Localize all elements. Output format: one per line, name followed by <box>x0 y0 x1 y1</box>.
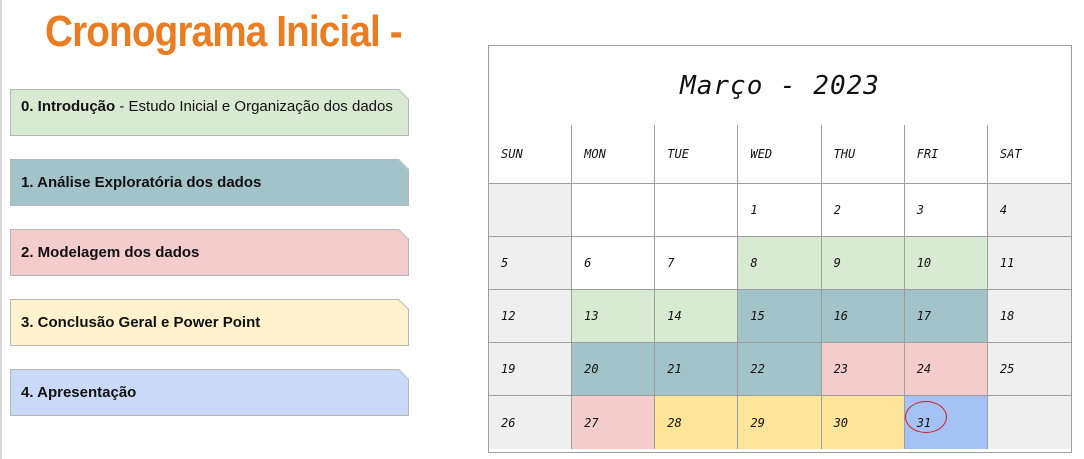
calendar-day-cell[interactable]: 31 <box>904 396 988 449</box>
legend-label: 0. Introdução <box>21 98 116 115</box>
calendar-day-cell[interactable]: 14 <box>655 290 739 343</box>
calendar-day-number: 17 <box>916 309 932 323</box>
calendar-day-number: 4 <box>999 203 1008 217</box>
calendar-day-number: 20 <box>584 362 599 376</box>
calendar-day-cell[interactable]: 29 <box>738 396 822 449</box>
calendar-day-cell[interactable]: 17 <box>904 290 988 343</box>
legend-label: 1. Análise Exploratória dos dados <box>21 173 262 191</box>
calendar-day-cell[interactable]: 10 <box>904 237 988 290</box>
calendar-day-cell[interactable]: 18 <box>987 290 1071 343</box>
calendar-day-cell[interactable]: 30 <box>821 396 905 449</box>
calendar-day-cell[interactable] <box>655 184 739 237</box>
calendar-grid: SUN MON TUE WED THU FRI SAT 1 2 3 4 5 6 7 8 9 10 1… <box>489 125 1071 452</box>
calendar-day-number: 5 <box>501 256 509 270</box>
calendar-day-number: 8 <box>750 256 758 270</box>
calendar-day-number: 29 <box>750 415 765 430</box>
calendar-day-number: 24 <box>916 362 932 376</box>
calendar-day-cell[interactable]: 21 <box>655 343 739 396</box>
calendar-day-cell[interactable]: 6 <box>572 237 656 290</box>
calendar-day-number: 2 <box>833 203 841 217</box>
day-name-wed: WED <box>738 125 822 184</box>
calendar-day-cell[interactable]: 20 <box>572 343 656 396</box>
calendar-day-cell[interactable]: 16 <box>821 290 905 343</box>
calendar-day-number: 7 <box>667 256 675 270</box>
calendar-day-number: 25 <box>999 362 1015 376</box>
calendar-day-number: 18 <box>999 309 1015 323</box>
calendar-day-cell[interactable]: 7 <box>655 237 739 290</box>
legend-item-modelagem[interactable]: 2. Modelagem dos dados <box>10 229 409 276</box>
legend-description: - Estudo Inicial e Organização dos dados <box>115 98 393 115</box>
calendar-day-cell[interactable]: 2 <box>821 184 905 237</box>
calendar-day-cell[interactable]: 23 <box>821 343 905 396</box>
calendar-day-number: 6 <box>584 256 592 270</box>
calendar-day-cell[interactable]: 5 <box>489 237 573 290</box>
calendar-day-number: 22 <box>750 362 765 376</box>
day-name-fri: FRI <box>904 125 988 184</box>
calendar-day-number: 1 <box>750 203 758 217</box>
calendar-day-cell[interactable]: 8 <box>738 237 822 290</box>
calendar-day-cell[interactable]: 24 <box>904 343 988 396</box>
day-name-tue: TUE <box>655 125 739 184</box>
calendar-day-number: 12 <box>501 309 516 323</box>
calendar-day-number: 19 <box>501 362 516 376</box>
calendar-day-cell[interactable]: 28 <box>655 396 739 449</box>
calendar-day-number: 30 <box>833 415 849 430</box>
day-name-thu: THU <box>821 125 905 184</box>
calendar-day-cell[interactable]: 26 <box>489 396 573 449</box>
calendar-day-cell[interactable]: 4 <box>987 184 1071 237</box>
calendar-day-number: 9 <box>833 256 841 270</box>
calendar-day-number: 31 <box>916 415 932 430</box>
calendar-day-number: 11 <box>999 256 1015 270</box>
calendar-day-number: 15 <box>750 309 765 323</box>
calendar-day-cell[interactable]: 22 <box>738 343 822 396</box>
legend-label: 3. Conclusão Geral e Power Point <box>21 313 261 331</box>
calendar-day-number: 16 <box>833 309 849 323</box>
calendar-day-cell[interactable]: 1 <box>738 184 822 237</box>
legend-label: 2. Modelagem dos dados <box>21 243 200 261</box>
day-name-sat: SAT <box>987 125 1071 184</box>
legend-text: 0. Introdução - Estudo Inicial e Organiz… <box>21 98 393 116</box>
legend-item-analise[interactable]: 1. Análise Exploratória dos dados <box>10 159 409 206</box>
calendar-day-cell[interactable] <box>572 184 656 237</box>
calendar-month-title: Março - 2023 <box>489 46 1071 126</box>
calendar-day-cell[interactable]: 9 <box>821 237 905 290</box>
legend-item-introducao[interactable]: 0. Introdução - Estudo Inicial e Organiz… <box>10 89 409 136</box>
calendar-day-number: 3 <box>916 203 924 217</box>
page-title: Cronograma Inicial - <box>45 7 403 56</box>
day-name-mon: MON <box>572 125 656 184</box>
calendar-day-number: 23 <box>833 362 849 376</box>
calendar-day-cell[interactable]: 13 <box>572 290 656 343</box>
calendar-day-number: 14 <box>667 309 682 323</box>
calendar-table: Março - 2023 SUN MON TUE WED THU FRI SAT… <box>488 45 1072 453</box>
calendar-day-number: 13 <box>584 309 599 323</box>
calendar-day-cell[interactable]: 11 <box>987 237 1071 290</box>
page-left-edge <box>0 0 2 459</box>
legend-label: 4. Apresentação <box>21 383 137 401</box>
calendar-day-cell[interactable] <box>987 396 1071 449</box>
calendar-day-cell[interactable] <box>489 184 573 237</box>
calendar-day-number: 28 <box>667 415 682 430</box>
legend-item-apresentacao[interactable]: 4. Apresentação <box>10 369 409 416</box>
calendar-day-number: 10 <box>916 256 932 270</box>
calendar-day-number: 26 <box>501 415 516 430</box>
calendar-day-cell[interactable]: 25 <box>987 343 1071 396</box>
legend-item-conclusao[interactable]: 3. Conclusão Geral e Power Point <box>10 299 409 346</box>
calendar-day-cell[interactable]: 15 <box>738 290 822 343</box>
calendar-day-cell[interactable]: 12 <box>489 290 573 343</box>
calendar-day-cell[interactable]: 27 <box>572 396 656 449</box>
day-name-sun: SUN <box>489 125 573 184</box>
calendar-day-cell[interactable]: 19 <box>489 343 573 396</box>
calendar-day-cell[interactable]: 3 <box>904 184 988 237</box>
calendar-day-number: 21 <box>667 362 682 376</box>
calendar-day-number: 27 <box>584 415 599 430</box>
